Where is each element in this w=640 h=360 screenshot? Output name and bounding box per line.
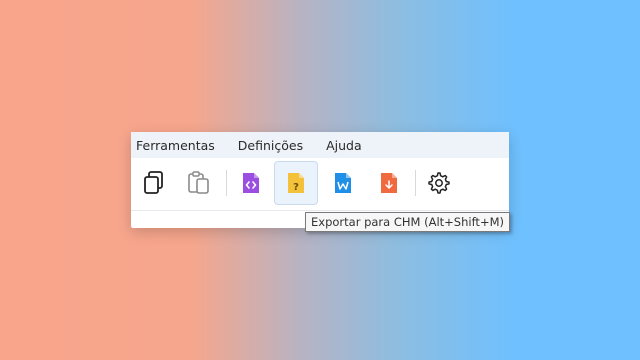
export-chm-button[interactable]: ? [274,161,318,205]
menu-bar: Ferramentas Definições Ajuda [131,132,509,158]
paste-icon [188,171,209,194]
svg-text:?: ? [293,182,299,193]
export-html-icon [243,173,259,193]
export-pdf-button[interactable] [367,161,411,205]
settings-icon [428,172,450,194]
toolbar-separator [226,170,227,196]
toolbar: ? Exportar para CHM (Alt+Shift+M) [131,158,510,232]
export-pdf-icon [381,173,397,193]
menu-ferramentas[interactable]: Ferramentas [136,138,215,153]
menu-definicoes[interactable]: Definições [238,138,303,153]
divider [131,210,509,211]
settings-button[interactable] [417,161,461,205]
copy-button[interactable] [132,161,176,205]
menu-ajuda[interactable]: Ajuda [326,138,362,153]
toolbar-separator [415,170,416,196]
copy-icon [144,171,163,194]
paste-button[interactable] [177,161,221,205]
tooltip: Exportar para CHM (Alt+Shift+M) [305,212,510,232]
export-word-button[interactable] [321,161,365,205]
export-word-icon [335,173,351,193]
export-html-button[interactable] [229,161,273,205]
export-chm-icon: ? [288,173,304,193]
app-window: Ferramentas Definições Ajuda ? Exportar … [131,132,510,232]
